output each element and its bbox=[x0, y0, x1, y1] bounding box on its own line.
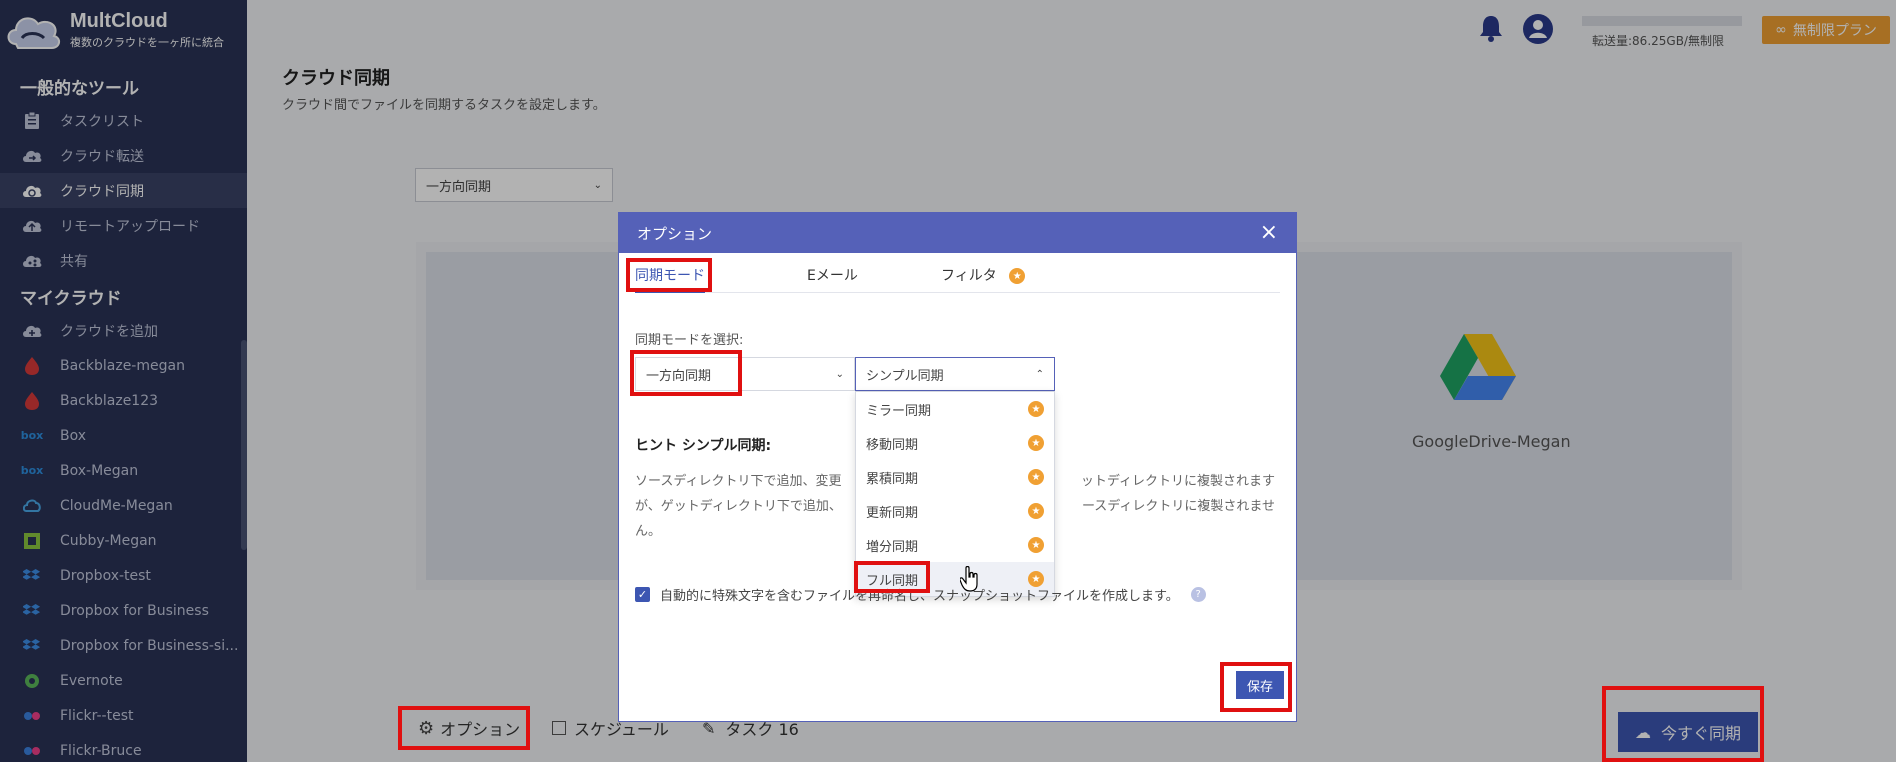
select-mode-label: 同期モードを選択: bbox=[635, 333, 744, 348]
sync-submode-select[interactable]: シンプル同期 ⌃ bbox=[855, 357, 1055, 391]
dropdown-option-update[interactable]: 更新同期 ★ bbox=[856, 494, 1054, 528]
premium-star-icon: ★ bbox=[1009, 268, 1026, 284]
sync-submode-value: シンプル同期 bbox=[866, 368, 944, 384]
highlight-sync-now-button bbox=[1602, 686, 1764, 762]
dropdown-option-incremental[interactable]: 増分同期 ★ bbox=[856, 528, 1054, 562]
premium-star-icon: ★ bbox=[1028, 537, 1044, 553]
premium-star-icon: ★ bbox=[1028, 469, 1044, 485]
hint-line-2a: が、ゲットディレクトリ下で追加、 bbox=[635, 499, 842, 514]
premium-star-icon: ★ bbox=[1028, 435, 1044, 451]
highlight-options-button bbox=[398, 706, 530, 750]
chevron-down-icon: ⌄ bbox=[835, 368, 844, 380]
chevron-up-icon: ⌃ bbox=[1035, 368, 1044, 380]
dropdown-option-cumulative[interactable]: 累積同期 ★ bbox=[856, 460, 1054, 494]
highlight-save-button bbox=[1220, 662, 1292, 712]
hand-pointer-icon bbox=[960, 566, 978, 592]
premium-star-icon: ★ bbox=[1028, 401, 1044, 417]
option-label: ミラー同期 bbox=[866, 403, 932, 419]
hint-line-1b: ットディレクトリに複製されます bbox=[1080, 474, 1275, 489]
hint-line-1a: ソースディレクトリ下で追加、変更 bbox=[635, 474, 842, 489]
dropdown-option-move[interactable]: 移動同期 ★ bbox=[856, 426, 1054, 460]
hint-title: ヒント シンプル同期: bbox=[635, 438, 772, 454]
highlight-full-sync-option bbox=[854, 561, 930, 593]
modal-header: オプション × bbox=[619, 213, 1296, 253]
help-icon[interactable]: ? bbox=[1190, 587, 1206, 602]
close-icon[interactable]: × bbox=[1260, 222, 1278, 244]
modal-tabs: 同期モード Eメール フィルタ ★ bbox=[635, 253, 1280, 293]
modal-title: オプション bbox=[637, 224, 713, 243]
tab-filter-label: フィルタ bbox=[941, 268, 997, 284]
option-label: 更新同期 bbox=[866, 505, 919, 521]
tab-filter[interactable]: フィルタ ★ bbox=[941, 265, 1026, 285]
option-label: 累積同期 bbox=[866, 471, 919, 487]
option-label: 移動同期 bbox=[866, 437, 919, 453]
option-label: 増分同期 bbox=[866, 539, 919, 555]
checkbox-checked-icon[interactable]: ✓ bbox=[635, 587, 650, 602]
tab-email[interactable]: Eメール bbox=[807, 265, 858, 285]
highlight-mode-select bbox=[630, 350, 742, 396]
highlight-sync-mode-tab bbox=[626, 258, 712, 292]
dropdown-option-mirror[interactable]: ミラー同期 ★ bbox=[856, 392, 1054, 426]
hint-line-2b: ースディレクトリに複製されませ bbox=[1081, 499, 1275, 514]
premium-star-icon: ★ bbox=[1028, 503, 1044, 519]
options-modal: オプション × 同期モード Eメール フィルタ ★ 同期モードを選択: 一方向同… bbox=[618, 212, 1297, 722]
